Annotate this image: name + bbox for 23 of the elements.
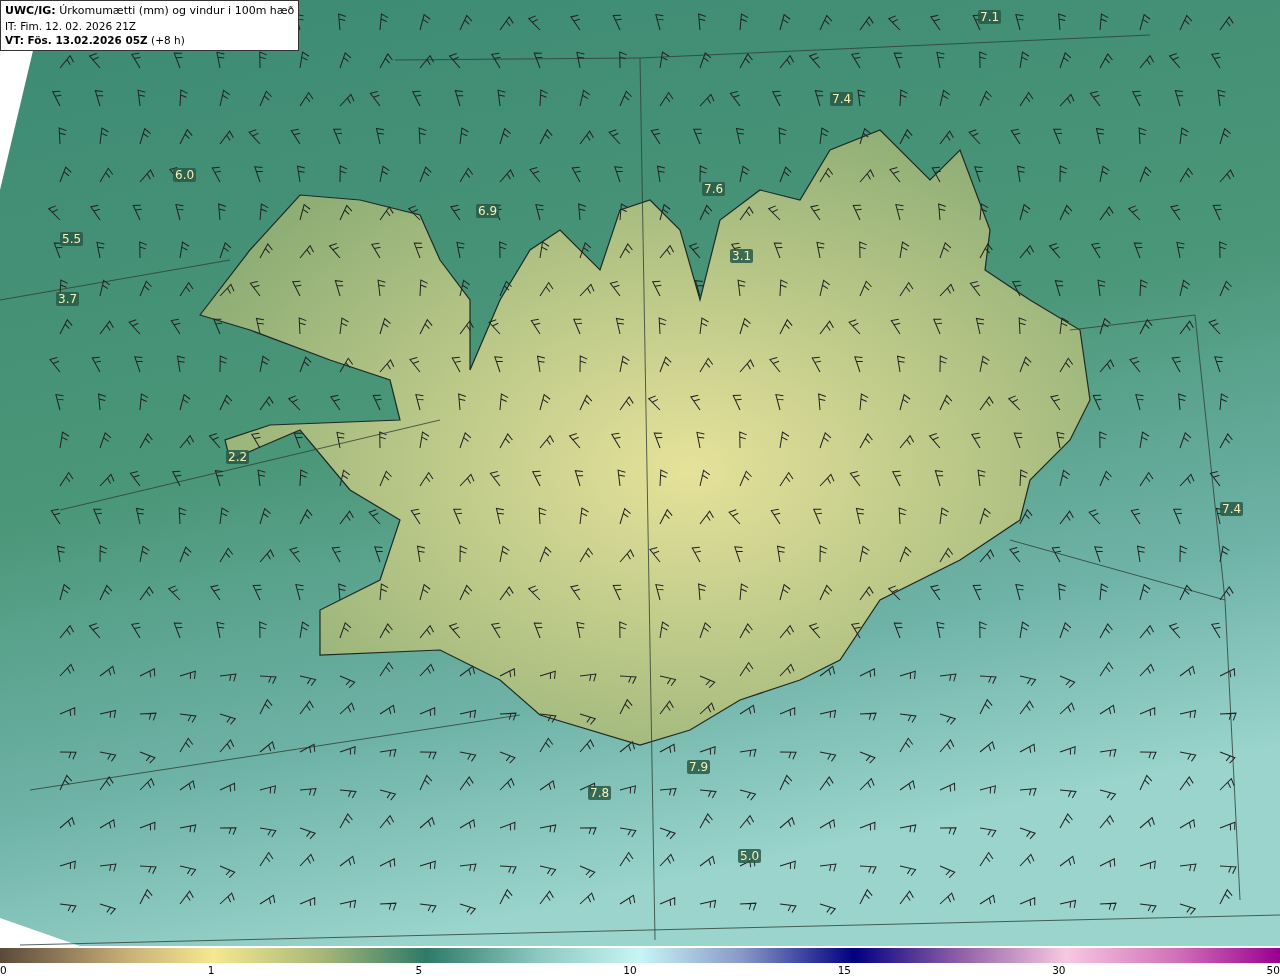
map-value-label: 7.4: [830, 92, 854, 106]
map-title: UWC/IG: Úrkomumætti (mm) og vindur i 100m hæð: [5, 4, 295, 19]
valid-time: VT: Fös. 13.02.2026 05Z (+8 h): [5, 33, 186, 48]
issue-time: IT: Fim. 12. 02. 2026 21Z: [5, 18, 137, 33]
map-value-label: 3.7: [56, 292, 80, 306]
map-value-label: 6.9: [476, 204, 500, 218]
scale-tick-label: 50: [1266, 963, 1280, 978]
map-value-label: 3.1: [730, 249, 754, 263]
scale-tick-label: 0: [0, 963, 7, 978]
scale-tick-label: 15: [837, 963, 852, 978]
map-value-label: 7.4: [1220, 502, 1244, 516]
map-value-label: 6.0: [173, 168, 197, 182]
map-value-label: 5.5: [60, 232, 84, 246]
scale-tick-label: 30: [1052, 963, 1066, 978]
map-value-label: 7.8: [588, 786, 612, 800]
map-value-label: 5.0: [738, 849, 762, 863]
map-value-label: 7.9: [687, 760, 711, 774]
map-value-label: 7.6: [702, 182, 726, 196]
map-value-label: 7.1: [978, 10, 1002, 24]
scale-tick-label: 1: [207, 963, 215, 978]
scale-tick-label: 5: [415, 963, 423, 978]
map-value-label: 2.2: [226, 450, 250, 464]
scale-tick-label: 10: [623, 963, 637, 978]
